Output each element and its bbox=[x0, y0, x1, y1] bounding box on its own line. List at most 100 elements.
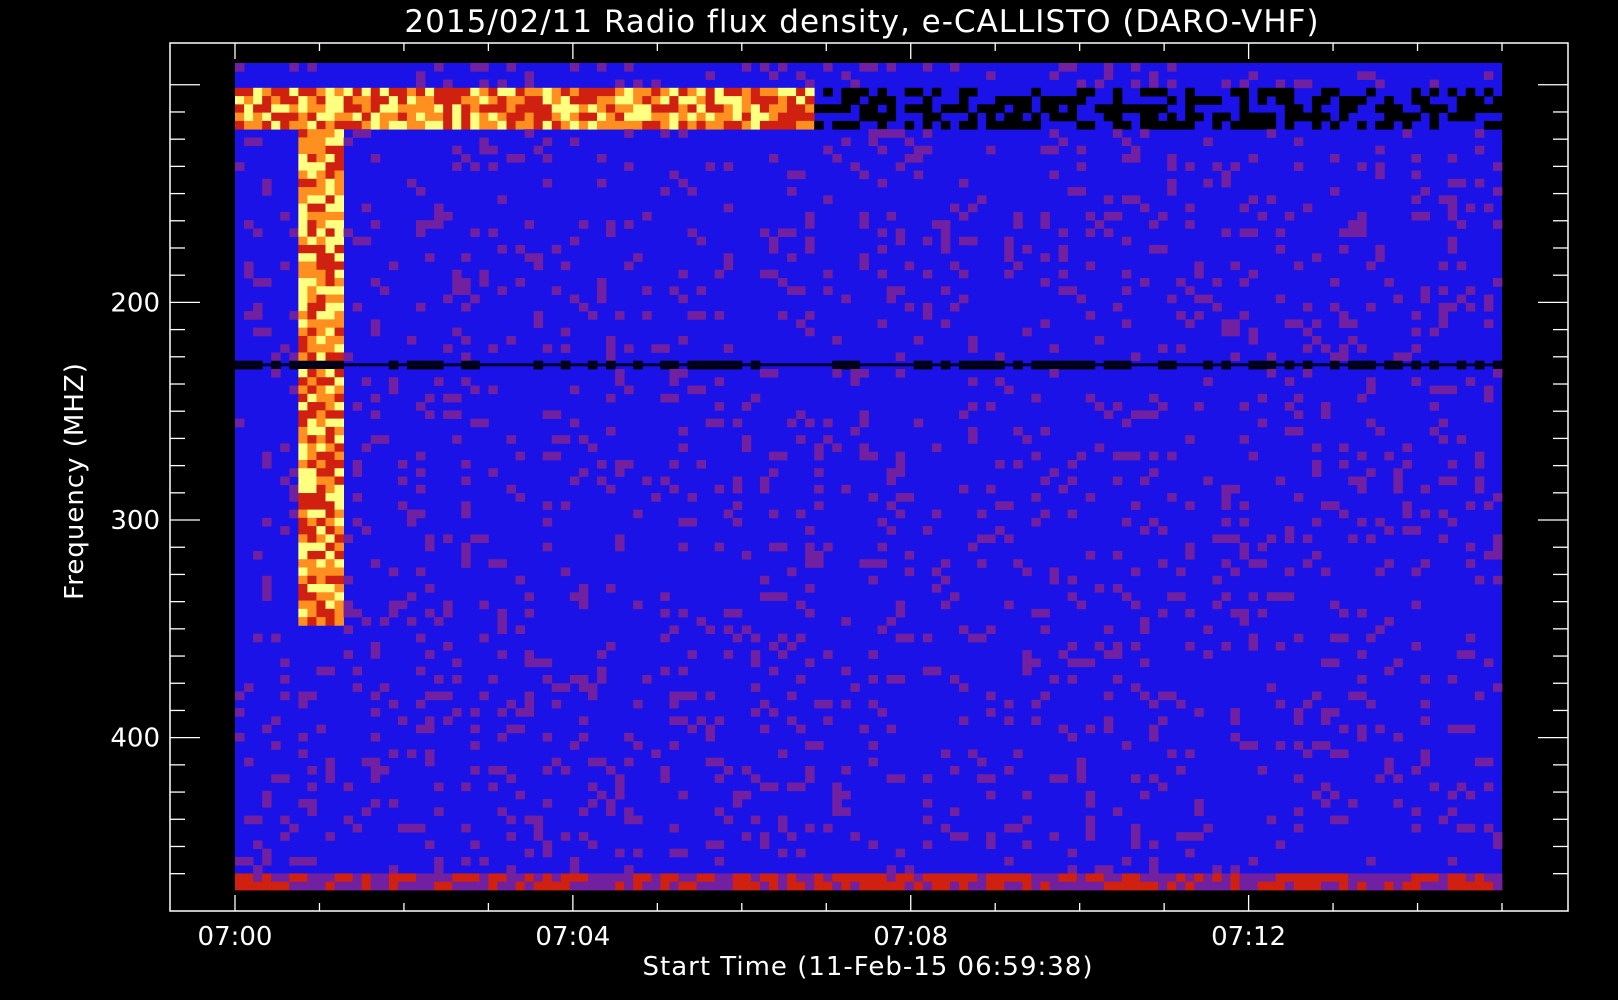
heatmap-cell bbox=[1293, 807, 1304, 816]
heatmap-cell bbox=[741, 790, 752, 800]
heatmap-cell bbox=[551, 410, 562, 420]
heatmap-cell bbox=[732, 633, 743, 643]
heatmap-cell bbox=[1311, 741, 1322, 750]
heatmap-cell bbox=[425, 112, 435, 122]
heatmap-cell bbox=[506, 153, 516, 163]
heatmap-cell bbox=[1158, 211, 1168, 221]
heatmap-cell bbox=[1203, 96, 1213, 105]
heatmap-cell bbox=[397, 120, 408, 130]
heatmap-cell bbox=[1167, 592, 1177, 601]
heatmap-cell bbox=[968, 435, 978, 444]
heatmap-cell bbox=[778, 120, 788, 130]
heatmap-cell bbox=[1013, 220, 1023, 229]
heatmap-cell bbox=[298, 459, 308, 469]
heatmap-cell bbox=[334, 137, 344, 147]
heatmap-cell bbox=[1357, 211, 1367, 221]
heatmap-cell bbox=[1348, 691, 1358, 701]
heatmap-cell bbox=[479, 269, 489, 279]
heatmap-cell bbox=[587, 87, 598, 97]
heatmap-cell bbox=[307, 484, 317, 494]
heatmap-cell bbox=[750, 120, 761, 130]
heatmap-cell bbox=[434, 782, 444, 792]
heatmap-cell bbox=[1465, 377, 1476, 386]
heatmap-cell bbox=[895, 459, 906, 469]
heatmap-cell bbox=[1483, 302, 1494, 312]
heatmap-cell bbox=[1149, 856, 1159, 866]
heatmap-cell bbox=[461, 278, 471, 287]
heatmap-cell bbox=[262, 592, 272, 601]
heatmap-cell bbox=[642, 87, 652, 97]
heatmap-cell bbox=[325, 385, 335, 395]
heatmap-cell bbox=[1212, 278, 1222, 287]
heatmap-cell bbox=[1302, 559, 1313, 568]
heatmap-cell bbox=[289, 881, 299, 891]
heatmap-cell bbox=[461, 153, 471, 163]
heatmap-cell bbox=[307, 302, 317, 312]
heatmap-cell bbox=[235, 162, 245, 171]
heatmap-cell bbox=[1040, 509, 1050, 519]
heatmap-cell bbox=[334, 302, 344, 312]
heatmap-cell bbox=[1474, 145, 1485, 155]
heatmap-cell bbox=[271, 368, 281, 378]
heatmap-cell bbox=[1194, 311, 1204, 320]
heatmap-cell bbox=[361, 203, 372, 213]
heatmap-cell bbox=[1456, 96, 1467, 105]
heatmap-cell bbox=[416, 724, 426, 734]
heatmap-cell bbox=[913, 104, 924, 114]
heatmap-cell bbox=[1357, 228, 1367, 238]
heatmap-cell bbox=[370, 87, 381, 97]
heatmap-cell bbox=[569, 674, 580, 684]
heatmap-cell bbox=[298, 484, 308, 494]
heatmap-cell bbox=[1429, 402, 1440, 411]
heatmap-cell bbox=[352, 683, 363, 692]
heatmap-cell bbox=[361, 104, 372, 114]
heatmap-cell bbox=[651, 104, 661, 114]
heatmap-cell bbox=[1393, 104, 1403, 114]
heatmap-cell bbox=[1384, 278, 1394, 287]
heatmap-cell bbox=[859, 418, 869, 428]
heatmap-cell bbox=[1438, 534, 1449, 544]
heatmap-cell bbox=[768, 542, 779, 552]
heatmap-cell bbox=[307, 112, 317, 122]
heatmap-cell bbox=[995, 501, 1005, 510]
heatmap-cell bbox=[569, 87, 580, 97]
heatmap-cell bbox=[723, 625, 734, 635]
heatmap-cell bbox=[1076, 873, 1087, 883]
heatmap-cell bbox=[1185, 87, 1195, 97]
heatmap-cell bbox=[298, 236, 308, 246]
heatmap-cell bbox=[968, 335, 978, 345]
heatmap-cell bbox=[271, 112, 281, 122]
heatmap-cell bbox=[343, 112, 354, 122]
heatmap-cell bbox=[298, 451, 308, 461]
heatmap-cell bbox=[307, 592, 317, 601]
heatmap-cell bbox=[298, 617, 308, 626]
heatmap-cell bbox=[1176, 873, 1186, 883]
heatmap-cell bbox=[533, 658, 544, 668]
heatmap-cell bbox=[298, 881, 308, 891]
heatmap-cell bbox=[370, 757, 381, 767]
heatmap-cell bbox=[416, 220, 426, 229]
heatmap-cell bbox=[913, 335, 924, 345]
heatmap-cell bbox=[298, 145, 308, 155]
heatmap-cell bbox=[859, 410, 869, 420]
heatmap-cell bbox=[379, 617, 390, 626]
heatmap-cell bbox=[388, 261, 399, 271]
heatmap-cell bbox=[768, 641, 779, 651]
heatmap-cell bbox=[334, 600, 344, 610]
heatmap-cell bbox=[497, 625, 507, 635]
heatmap-cell bbox=[1248, 633, 1259, 643]
heatmap-cell bbox=[597, 120, 607, 130]
heatmap-cell bbox=[434, 96, 444, 105]
heatmap-cell bbox=[298, 567, 308, 577]
heatmap-cell bbox=[1022, 873, 1032, 883]
heatmap-cell bbox=[732, 120, 743, 130]
heatmap-cell bbox=[262, 451, 272, 461]
heatmap-cell bbox=[1293, 104, 1304, 114]
heatmap-cell bbox=[307, 319, 317, 329]
heatmap-cell bbox=[750, 112, 761, 122]
heatmap-cell bbox=[416, 567, 426, 577]
heatmap-cell bbox=[1140, 881, 1150, 891]
heatmap-cell bbox=[406, 112, 417, 122]
heatmap-cell bbox=[1203, 873, 1213, 883]
heatmap-cell bbox=[542, 501, 553, 510]
